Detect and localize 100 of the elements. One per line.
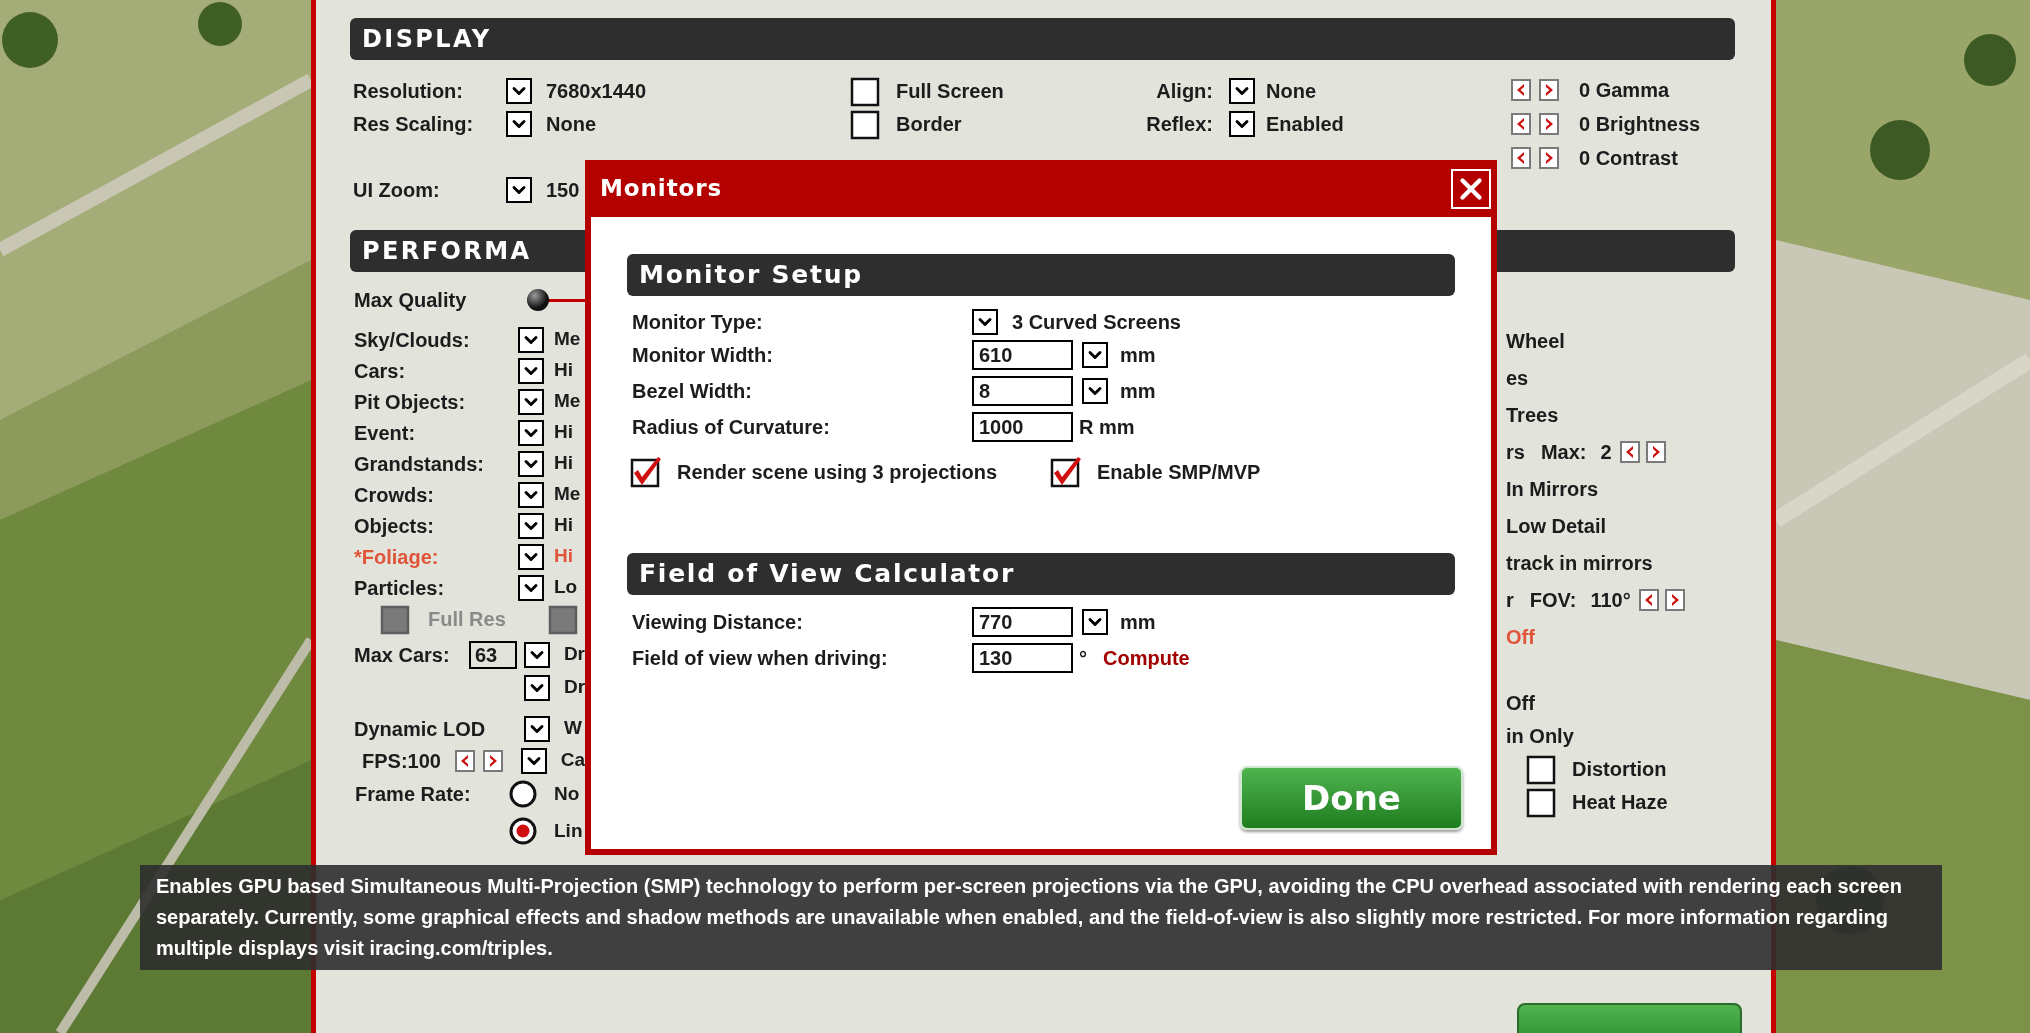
- setting-value: Lo: [554, 575, 578, 600]
- right-chevron-icon: [487, 754, 498, 767]
- setting-value: Me: [554, 327, 581, 352]
- checkbox[interactable]: [1050, 456, 1082, 488]
- setting-value: 7680x1440: [546, 78, 647, 104]
- number-field[interactable]: 130: [972, 643, 1073, 673]
- dropdown-button[interactable]: [518, 450, 544, 477]
- left-chevron-icon: [1516, 118, 1526, 130]
- setting-label: Objects:: [354, 513, 436, 539]
- setting-label: Crowds:: [354, 482, 435, 508]
- right-arrow-button[interactable]: [482, 749, 503, 772]
- dropdown-button[interactable]: [524, 674, 550, 701]
- dialog-title: Monitors: [600, 174, 723, 204]
- dropdown-button[interactable]: [506, 110, 532, 137]
- setting-label: Sky/Clouds:: [354, 327, 471, 353]
- setting-value: 3 Curved Screens: [1012, 310, 1181, 335]
- setting-label: r: [1506, 587, 1514, 613]
- dropdown-button[interactable]: [506, 176, 532, 203]
- setting-label: Grandstands:: [354, 451, 486, 477]
- dropdown-button[interactable]: [524, 715, 550, 742]
- setting-value: Enabled: [1266, 111, 1344, 137]
- dropdown-button[interactable]: [518, 357, 544, 384]
- right-arrow-button[interactable]: [1645, 440, 1666, 463]
- checkbox-label: Distortion: [1572, 756, 1667, 782]
- setting-label: Pit Objects:: [354, 389, 467, 415]
- unit-label: R mm: [1079, 415, 1135, 440]
- setting-label: Align:: [1155, 78, 1213, 104]
- setting-label: Resolution:: [353, 78, 464, 104]
- dropdown-button[interactable]: [518, 512, 544, 539]
- setting-value: Me: [554, 482, 581, 507]
- dropdown-button[interactable]: [1229, 77, 1255, 104]
- left-arrow-button[interactable]: [1511, 79, 1531, 101]
- left-arrow-button[interactable]: [1511, 147, 1531, 169]
- setting-value: 2: [1600, 439, 1612, 465]
- right-arrow-button[interactable]: [1539, 147, 1559, 169]
- dropdown-button[interactable]: [518, 388, 544, 415]
- section-header: Field of View Calculator: [627, 553, 1455, 595]
- setting-label: Res Scaling:: [353, 111, 475, 137]
- done-button[interactable]: Done: [1240, 766, 1463, 830]
- radio-label: No: [554, 781, 580, 806]
- dropdown-button[interactable]: [518, 543, 544, 570]
- left-arrow-button[interactable]: [1638, 588, 1659, 611]
- unit-label: mm: [1120, 343, 1156, 368]
- dropdown-button[interactable]: [1229, 110, 1255, 137]
- dropdown-button[interactable]: [523, 641, 550, 668]
- checkbox[interactable]: [630, 456, 662, 488]
- section-header: Monitor Setup: [627, 254, 1455, 296]
- dropdown-button[interactable]: [972, 309, 998, 335]
- dropdown-button[interactable]: [518, 326, 544, 353]
- setting-value: Hi: [554, 544, 573, 569]
- setting-label: Bezel Width:: [632, 379, 753, 404]
- setting-label: Viewing Distance:: [632, 610, 804, 635]
- setting-value: Hi: [554, 513, 573, 538]
- max-cars-field[interactable]: 63: [468, 640, 517, 669]
- unit-label: mm: [1120, 379, 1156, 404]
- unit-label: mm: [1120, 610, 1156, 635]
- setting-label: Reflex:: [1145, 111, 1213, 137]
- checkbox-label: Border: [896, 111, 962, 137]
- number-field[interactable]: 8: [972, 376, 1073, 406]
- number-field[interactable]: 770: [972, 607, 1073, 637]
- dropdown-button[interactable]: [518, 481, 544, 508]
- setting-value: Dr: [563, 642, 585, 667]
- dropdown-button[interactable]: [518, 419, 544, 446]
- setting-label: Frame Rate:: [355, 782, 472, 807]
- dropdown-button[interactable]: [1082, 342, 1108, 368]
- setting-label: Event:: [354, 420, 417, 446]
- radio-button[interactable]: [509, 817, 537, 845]
- setting-label: track in mirrors: [1506, 550, 1653, 576]
- left-chevron-icon: [1643, 593, 1654, 606]
- setting-label: es: [1506, 365, 1529, 391]
- number-field[interactable]: 610: [972, 340, 1073, 370]
- setting-value: Hi: [554, 451, 573, 476]
- slider-thumb[interactable]: [527, 289, 549, 311]
- setting-value: None: [1266, 78, 1316, 104]
- left-arrow-button[interactable]: [1619, 440, 1640, 463]
- setting-label: FOV:: [1529, 587, 1577, 613]
- setting-label: Radius of Curvature:: [632, 415, 831, 440]
- setting-label: *Foliage:: [354, 544, 440, 570]
- right-arrow-button[interactable]: [1539, 79, 1559, 101]
- dropdown-button[interactable]: [518, 574, 544, 601]
- dropdown-button[interactable]: [1082, 609, 1108, 635]
- setting-label: Max:: [1540, 439, 1587, 465]
- setting-label: In Mirrors: [1506, 476, 1599, 502]
- right-arrow-button[interactable]: [1664, 588, 1685, 611]
- close-button[interactable]: [1451, 168, 1491, 209]
- dropdown-button[interactable]: [520, 747, 547, 774]
- left-chevron-icon: [459, 754, 470, 767]
- left-arrow-button[interactable]: [1511, 113, 1531, 135]
- radio-button[interactable]: [509, 780, 537, 808]
- left-arrow-button[interactable]: [454, 749, 475, 772]
- tooltip-text: Enables GPU based Simultaneous Multi-Projection (SMP) technology to perform per-screen projections via the GPU, avoiding the CPU overhead associated with rendering each screen separately. Currently, some graphical effects and shadow methods are unavailable when enabled, and the field-of-view is also slightly more restricted. For more information regarding multiple displays visit iracing.com/triples.: [156, 874, 1903, 961]
- compute-link[interactable]: Compute: [1103, 643, 1190, 673]
- setting-value: 150: [546, 177, 580, 203]
- right-arrow-button[interactable]: [1539, 113, 1559, 135]
- setting-label: Max Quality: [354, 288, 468, 313]
- dropdown-button[interactable]: [1082, 378, 1108, 404]
- setting-value: Ca: [560, 748, 585, 773]
- dropdown-button[interactable]: [506, 77, 532, 104]
- setting-label: UI Zoom:: [353, 177, 441, 203]
- number-field[interactable]: 1000: [972, 412, 1073, 442]
